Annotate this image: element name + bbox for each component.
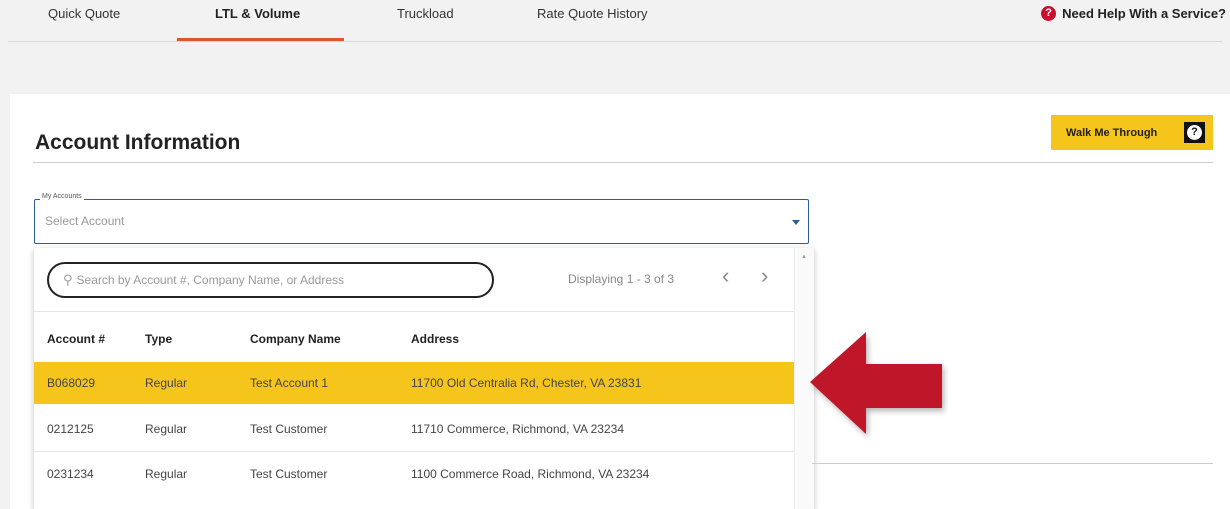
col-address: Address bbox=[411, 332, 460, 346]
top-navigation: Quick Quote LTL & Volume Truckload Rate … bbox=[0, 0, 1230, 42]
walk-me-through-button[interactable]: Walk Me Through ? bbox=[1051, 115, 1213, 150]
col-account: Account # bbox=[47, 332, 106, 346]
row-address: 11700 Old Centralia Rd, Chester, VA 2383… bbox=[411, 376, 642, 390]
tab-quick-quote[interactable]: Quick Quote bbox=[48, 6, 120, 21]
table-row[interactable]: 0231234 Regular Test Customer 1100 Comme… bbox=[34, 453, 794, 495]
row-company: Test Account 1 bbox=[250, 376, 329, 390]
title-divider bbox=[33, 162, 1213, 163]
background-divider bbox=[812, 463, 1213, 464]
table-header: Account # Type Company Name Address bbox=[34, 318, 794, 360]
table-row[interactable]: B068029 Regular Test Account 1 11700 Old… bbox=[34, 362, 794, 404]
page-title: Account Information bbox=[35, 131, 241, 154]
dropdown-divider bbox=[34, 311, 794, 312]
table-row[interactable]: 0212125 Regular Test Customer 11710 Comm… bbox=[34, 408, 794, 450]
row-type: Regular bbox=[145, 422, 188, 436]
tab-truckload[interactable]: Truckload bbox=[397, 6, 454, 21]
select-legend: My Accounts bbox=[40, 193, 84, 200]
select-placeholder: Select Account bbox=[45, 214, 125, 228]
row-address: 11710 Commerce, Richmond, VA 23234 bbox=[411, 422, 625, 436]
search-box[interactable]: ⚲ bbox=[47, 262, 494, 298]
row-account: 0231234 bbox=[47, 467, 94, 481]
chevron-right-icon[interactable]: › bbox=[761, 265, 768, 287]
question-icon: ? bbox=[1184, 122, 1205, 143]
chevron-left-icon[interactable]: ‹ bbox=[722, 265, 729, 287]
nav-divider bbox=[8, 41, 1222, 42]
walk-me-through-label: Walk Me Through bbox=[1066, 126, 1158, 139]
row-type: Regular bbox=[145, 376, 188, 390]
col-type: Type bbox=[145, 332, 173, 346]
arrow-left-icon bbox=[810, 332, 942, 434]
col-company: Company Name bbox=[250, 332, 341, 346]
row-account: 0212125 bbox=[47, 422, 94, 436]
tab-rate-quote-history[interactable]: Rate Quote History bbox=[537, 6, 648, 21]
question-circle-icon: ? bbox=[1041, 6, 1057, 21]
row-account: B068029 bbox=[47, 376, 96, 390]
account-dropdown: ⚲ Displaying 1 - 3 of 3 ‹ › Account # Ty… bbox=[34, 248, 814, 509]
row-company: Test Customer bbox=[250, 467, 328, 481]
row-company: Test Customer bbox=[250, 422, 328, 436]
row-divider bbox=[34, 451, 794, 452]
caret-down-icon bbox=[792, 220, 800, 225]
paging-text: Displaying 1 - 3 of 3 bbox=[568, 272, 675, 286]
search-input[interactable] bbox=[76, 273, 477, 287]
search-icon: ⚲ bbox=[63, 272, 73, 287]
row-address: 1100 Commerce Road, Richmond, VA 23234 bbox=[411, 467, 650, 481]
row-type: Regular bbox=[145, 467, 188, 481]
help-label: Need Help With a Service? bbox=[1062, 6, 1226, 21]
scroll-up-icon[interactable]: ▲ bbox=[801, 254, 807, 260]
help-link[interactable]: ? Need Help With a Service? bbox=[1041, 6, 1226, 21]
account-select[interactable]: Select Account bbox=[34, 199, 809, 244]
tab-ltl-volume[interactable]: LTL & Volume bbox=[215, 6, 300, 21]
